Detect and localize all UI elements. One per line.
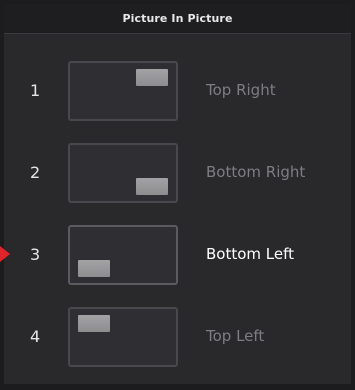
- option-number: 1: [30, 81, 41, 100]
- pip-position-thumbnail[interactable]: [68, 225, 178, 285]
- pip-position-thumbnail[interactable]: [68, 143, 178, 203]
- panel-header: Picture In Picture: [4, 4, 351, 34]
- option-label: Bottom Right: [206, 163, 306, 181]
- pip-panel: Picture In Picture 1 Top Right 2 Bottom …: [0, 0, 355, 390]
- pip-option-top-left[interactable]: 4 Top Left: [4, 307, 351, 371]
- pip-option-bottom-left[interactable]: 3 Bottom Left: [0, 225, 351, 289]
- pip-window-bottom-right: [136, 178, 168, 195]
- option-number: 2: [30, 163, 41, 182]
- option-label: Bottom Left: [206, 245, 295, 263]
- pip-position-thumbnail[interactable]: [68, 61, 178, 121]
- pip-option-bottom-right[interactable]: 2 Bottom Right: [4, 143, 351, 207]
- option-number: 3: [30, 245, 41, 264]
- pip-window-top-left: [78, 315, 110, 332]
- pip-window-top-right: [136, 69, 168, 86]
- panel-bottom-border: [4, 384, 351, 390]
- option-label: Top Left: [206, 327, 265, 345]
- pip-position-thumbnail[interactable]: [68, 307, 178, 367]
- option-label: Top Right: [206, 81, 276, 99]
- panel-title: Picture In Picture: [122, 12, 233, 25]
- option-number: 4: [30, 327, 41, 346]
- selection-indicator-icon: [0, 246, 10, 262]
- pip-option-top-right[interactable]: 1 Top Right: [4, 61, 351, 125]
- pip-window-bottom-left: [78, 260, 110, 277]
